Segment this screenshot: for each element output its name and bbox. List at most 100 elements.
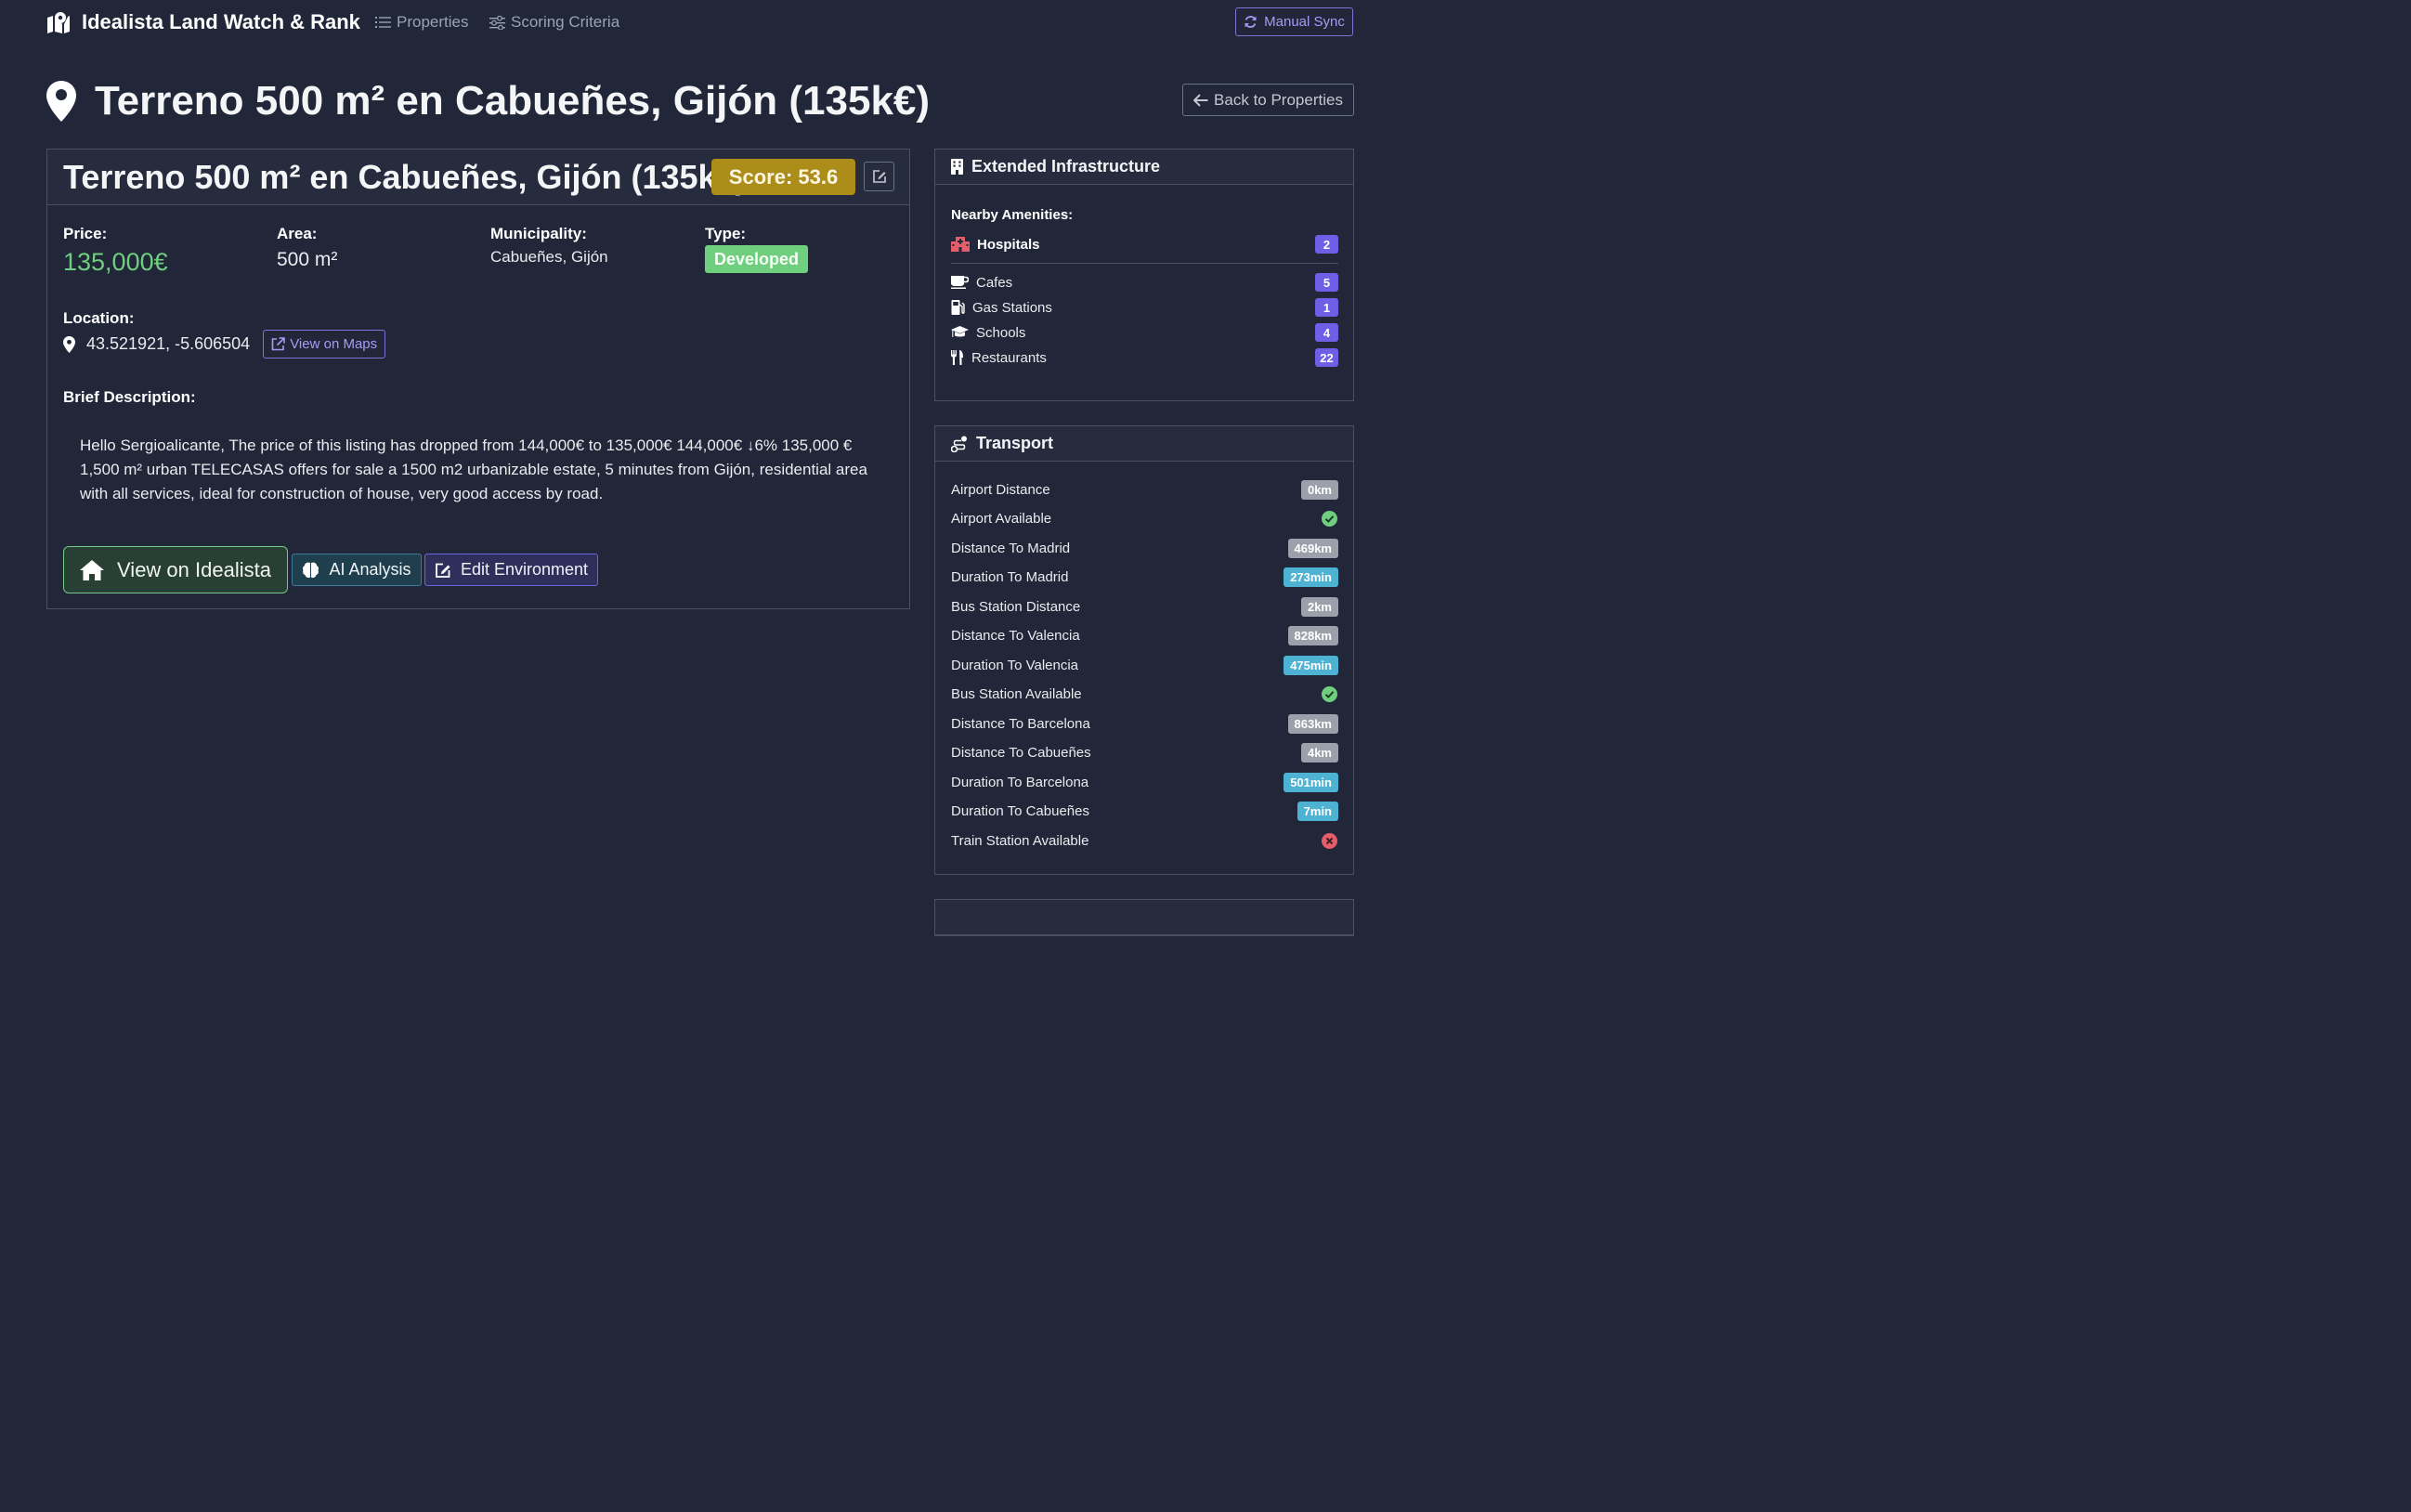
transport-row: Airport Distance 0km bbox=[951, 479, 1338, 500]
amenity-hospitals: Hospitals 2 bbox=[951, 234, 1338, 254]
view-on-maps-button[interactable]: View on Maps bbox=[263, 330, 386, 358]
infrastructure-header: Extended Infrastructure bbox=[935, 150, 1353, 185]
nav-scoring-criteria[interactable]: Scoring Criteria bbox=[489, 13, 619, 32]
area-value: 500 m² bbox=[277, 249, 338, 270]
infrastructure-card: Extended Infrastructure Nearby Amenities… bbox=[934, 149, 1354, 401]
amenities-label: Nearby Amenities: bbox=[951, 207, 1074, 223]
amenity-schools: Schools 4 bbox=[951, 322, 1338, 343]
price-label: Price: bbox=[63, 225, 108, 242]
transport-label: Duration To Cabueñes bbox=[951, 803, 1089, 819]
amenity-label: Cafes bbox=[976, 274, 1013, 291]
edit-environment-label: Edit Environment bbox=[460, 560, 589, 579]
ai-analysis-button[interactable]: AI Analysis bbox=[292, 554, 422, 586]
edit-icon bbox=[872, 169, 887, 184]
location-label: Location: bbox=[63, 309, 135, 327]
back-to-properties-button[interactable]: Back to Properties bbox=[1182, 84, 1354, 116]
transport-value-badge: 469km bbox=[1287, 538, 1338, 558]
transport-header: Transport bbox=[935, 426, 1353, 462]
transport-label: Bus Station Available bbox=[951, 686, 1082, 702]
navbar: Idealista Land Watch & Rank Properties S… bbox=[0, 0, 1456, 46]
nav-scoring-label: Scoring Criteria bbox=[511, 13, 620, 31]
environment-header bbox=[935, 900, 1353, 935]
external-link-icon bbox=[271, 337, 285, 351]
coordinates: 43.521921, -5.606504 bbox=[86, 334, 251, 353]
brand-title: Idealista Land Watch & Rank bbox=[82, 10, 360, 33]
transport-row: Train Station Available bbox=[951, 830, 1338, 851]
utensils-icon bbox=[951, 350, 964, 365]
transport-row: Distance To Valencia 828km bbox=[951, 626, 1338, 646]
manual-sync-button[interactable]: Manual Sync bbox=[1235, 7, 1353, 36]
amenity-label: Gas Stations bbox=[972, 299, 1052, 316]
home-icon bbox=[80, 559, 105, 580]
coffee-icon bbox=[951, 276, 969, 289]
price-value: 135,000€ bbox=[63, 248, 168, 276]
score-badge: Score: 53.6 bbox=[711, 159, 855, 195]
transport-label: Airport Distance bbox=[951, 481, 1050, 498]
route-icon bbox=[951, 436, 968, 452]
list-icon bbox=[375, 16, 391, 29]
refresh-icon bbox=[1244, 15, 1258, 29]
municipality-label: Municipality: bbox=[490, 225, 587, 242]
transport-value-badge: 501min bbox=[1284, 772, 1338, 792]
check-circle-icon bbox=[1322, 511, 1337, 527]
ai-analysis-label: AI Analysis bbox=[329, 560, 411, 579]
transport-row: Duration To Cabueñes 7min bbox=[951, 802, 1338, 822]
transport-label: Distance To Cabueñes bbox=[951, 745, 1091, 761]
gas-pump-icon bbox=[951, 300, 965, 315]
amenity-label: Schools bbox=[976, 324, 1026, 341]
transport-label: Train Station Available bbox=[951, 832, 1089, 849]
transport-card: Transport Airport Distance 0km Airport Ava… bbox=[934, 425, 1354, 875]
transport-row: Distance To Cabueñes 4km bbox=[951, 743, 1338, 763]
transport-row: Duration To Barcelona 501min bbox=[951, 772, 1338, 792]
view-on-idealista-label: View on Idealista bbox=[117, 557, 271, 581]
transport-label: Duration To Valencia bbox=[951, 657, 1079, 673]
edit-environment-button[interactable]: Edit Environment bbox=[424, 554, 598, 586]
map-marker-icon bbox=[46, 81, 76, 122]
sliders-icon bbox=[489, 15, 505, 30]
transport-label: Duration To Madrid bbox=[951, 569, 1069, 585]
location-row: 43.521921, -5.606504 View on Maps bbox=[63, 330, 386, 358]
amenity-count: 5 bbox=[1315, 273, 1338, 292]
amenity-gas-stations: Gas Stations 1 bbox=[951, 297, 1338, 318]
transport-value-badge: 2km bbox=[1300, 596, 1338, 617]
transport-value-badge: 273min bbox=[1284, 567, 1338, 587]
transport-row: Duration To Valencia 475min bbox=[951, 655, 1338, 675]
manual-sync-label: Manual Sync bbox=[1264, 14, 1345, 30]
nav-properties-label: Properties bbox=[397, 13, 469, 31]
amenity-count: 2 bbox=[1315, 235, 1338, 254]
amenity-restaurants: Restaurants 22 bbox=[951, 347, 1338, 368]
property-card-header: Terreno 500 m² en Cabueñes, Gijón (135k€… bbox=[47, 150, 909, 205]
page-title: Terreno 500 m² en Cabueñes, Gijón (135k€… bbox=[95, 78, 931, 124]
brain-icon bbox=[302, 562, 319, 579]
transport-label: Distance To Valencia bbox=[951, 628, 1080, 644]
location-pin-icon bbox=[63, 335, 75, 353]
check-circle-icon bbox=[1322, 686, 1337, 702]
view-on-idealista-button[interactable]: View on Idealista bbox=[63, 546, 288, 593]
property-card: Terreno 500 m² en Cabueñes, Gijón (135k€… bbox=[46, 149, 910, 609]
transport-row: Duration To Madrid 273min bbox=[951, 567, 1338, 588]
edit-icon bbox=[435, 562, 451, 579]
amenities-divider bbox=[951, 263, 1338, 264]
area-label: Area: bbox=[277, 225, 318, 242]
transport-row: Airport Available bbox=[951, 509, 1338, 529]
amenity-count: 4 bbox=[1315, 323, 1338, 342]
description-text: Hello Sergioalicante, The price of this … bbox=[80, 437, 867, 502]
transport-title: Transport bbox=[976, 434, 1054, 452]
transport-value-badge: 863km bbox=[1287, 713, 1338, 734]
graduation-cap-icon bbox=[951, 326, 969, 339]
view-on-maps-label: View on Maps bbox=[290, 336, 378, 352]
nav-properties[interactable]: Properties bbox=[375, 13, 468, 32]
x-circle-icon bbox=[1322, 832, 1337, 849]
infrastructure-title: Extended Infrastructure bbox=[971, 157, 1161, 176]
hospital-icon bbox=[951, 237, 970, 252]
back-label: Back to Properties bbox=[1214, 90, 1343, 109]
edit-score-button[interactable] bbox=[864, 162, 894, 191]
transport-label: Duration To Barcelona bbox=[951, 774, 1089, 790]
description-label: Brief Description: bbox=[63, 388, 196, 406]
page-header: Terreno 500 m² en Cabueñes, Gijón (135k€… bbox=[46, 78, 930, 124]
brand[interactable]: Idealista Land Watch & Rank bbox=[46, 10, 360, 34]
transport-label: Airport Available bbox=[951, 511, 1052, 527]
amenity-count: 22 bbox=[1315, 348, 1338, 367]
property-title: Terreno 500 m² en Cabueñes, Gijón (135k€… bbox=[63, 158, 747, 196]
transport-label: Bus Station Distance bbox=[951, 598, 1081, 615]
